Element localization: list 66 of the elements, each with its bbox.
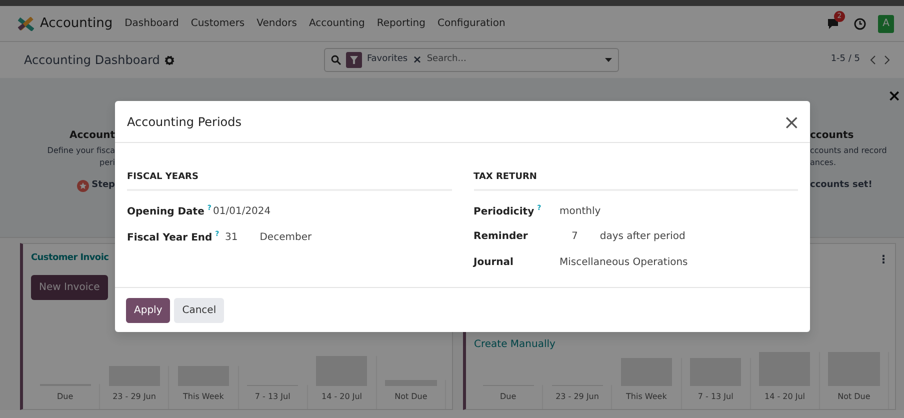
field-value[interactable]: monthly bbox=[560, 204, 601, 219]
search-icon[interactable] bbox=[330, 55, 341, 65]
field-label: Reminder bbox=[474, 230, 528, 242]
menu-item[interactable]: Customers bbox=[190, 16, 245, 31]
filter-facet: Favorites bbox=[366, 53, 408, 66]
help-tooltip[interactable]: ? bbox=[207, 204, 212, 212]
field-label: Journal bbox=[474, 256, 514, 268]
chart-label: Due bbox=[500, 391, 516, 403]
new-invoice-button[interactable]: New Invoice bbox=[31, 274, 108, 300]
section-heading: TAX RETURN bbox=[474, 171, 798, 190]
chart-label: 23 - 29 Jun bbox=[112, 391, 156, 403]
field-value[interactable]: 7 bbox=[572, 228, 578, 244]
step-action[interactable]: ccounts set! bbox=[810, 179, 872, 192]
create-manually-link[interactable]: Create Manually bbox=[474, 336, 889, 352]
help-tooltip[interactable]: ? bbox=[537, 204, 542, 212]
step-description: ances. bbox=[810, 157, 838, 169]
menu-item[interactable]: Dashboard bbox=[124, 16, 179, 31]
page-title: Accounting Dashboard bbox=[24, 52, 160, 69]
chart-label: Due bbox=[57, 391, 74, 403]
field-label: Fiscal Year End bbox=[127, 232, 212, 243]
step-description: ccounts and record bbox=[810, 145, 888, 157]
apply-button[interactable]: Apply bbox=[126, 298, 170, 322]
chart-label: Not Due bbox=[838, 391, 870, 403]
field-value[interactable]: 01/01/2024 bbox=[213, 204, 271, 219]
chart-label: 7 - 13 Jul bbox=[254, 391, 290, 403]
star-icon bbox=[77, 180, 90, 192]
step-description: Define your fisca bbox=[46, 145, 115, 157]
close-button[interactable]: × bbox=[888, 84, 901, 108]
dropdown-caret-icon[interactable] bbox=[604, 58, 612, 62]
app-name[interactable]: Accounting bbox=[40, 14, 113, 34]
section-heading: FISCAL YEARS bbox=[127, 171, 452, 190]
field-label: Opening Date bbox=[127, 206, 204, 217]
chart-label: This Week bbox=[626, 391, 667, 403]
app-logo-icon[interactable] bbox=[18, 16, 34, 30]
chart-label: 14 - 20 Jul bbox=[322, 391, 362, 403]
card-title[interactable]: Customer Invoic bbox=[31, 252, 109, 266]
field-value[interactable]: December bbox=[260, 230, 312, 245]
step-title: Account bbox=[68, 129, 115, 143]
help-tooltip[interactable]: ? bbox=[215, 230, 220, 238]
menu-item[interactable]: Reporting bbox=[376, 16, 426, 31]
facet-remove-button[interactable]: × bbox=[412, 52, 422, 68]
chart-label: 14 - 20 Jul bbox=[764, 391, 806, 403]
filter-icon bbox=[346, 52, 362, 68]
menu-item[interactable]: Vendors bbox=[256, 16, 297, 31]
chart-label: This Week bbox=[183, 391, 224, 403]
cancel-button[interactable]: Cancel bbox=[174, 298, 224, 322]
chart-label: 23 - 29 Jun bbox=[556, 391, 599, 403]
step-title: ccounts bbox=[810, 129, 855, 143]
menu-item[interactable]: Configuration bbox=[437, 16, 506, 31]
pager-value[interactable]: 1-5 / 5 bbox=[830, 53, 860, 67]
close-button[interactable]: × bbox=[783, 112, 800, 132]
search-field[interactable]: Favorites × Search... bbox=[324, 48, 619, 72]
chart-label: Not Due bbox=[394, 391, 428, 403]
step-description: peri bbox=[98, 157, 115, 169]
field-label: Periodicity bbox=[474, 206, 534, 217]
more-menu-button[interactable]: ⋮ bbox=[878, 252, 889, 268]
field-value[interactable]: days after period bbox=[600, 228, 686, 244]
clock-icon[interactable] bbox=[854, 18, 866, 30]
menu-item[interactable]: Accounting bbox=[309, 16, 365, 31]
chart-label: 7 - 13 Jul bbox=[698, 391, 734, 403]
field-value[interactable]: Miscellaneous Operations bbox=[560, 254, 688, 270]
field-value[interactable]: 31 bbox=[225, 230, 238, 245]
gear-icon[interactable] bbox=[164, 56, 174, 64]
step-action[interactable]: Step bbox=[92, 179, 115, 192]
search-placeholder: Search... bbox=[426, 53, 468, 66]
dialog-title: Accounting Periods bbox=[127, 114, 242, 130]
